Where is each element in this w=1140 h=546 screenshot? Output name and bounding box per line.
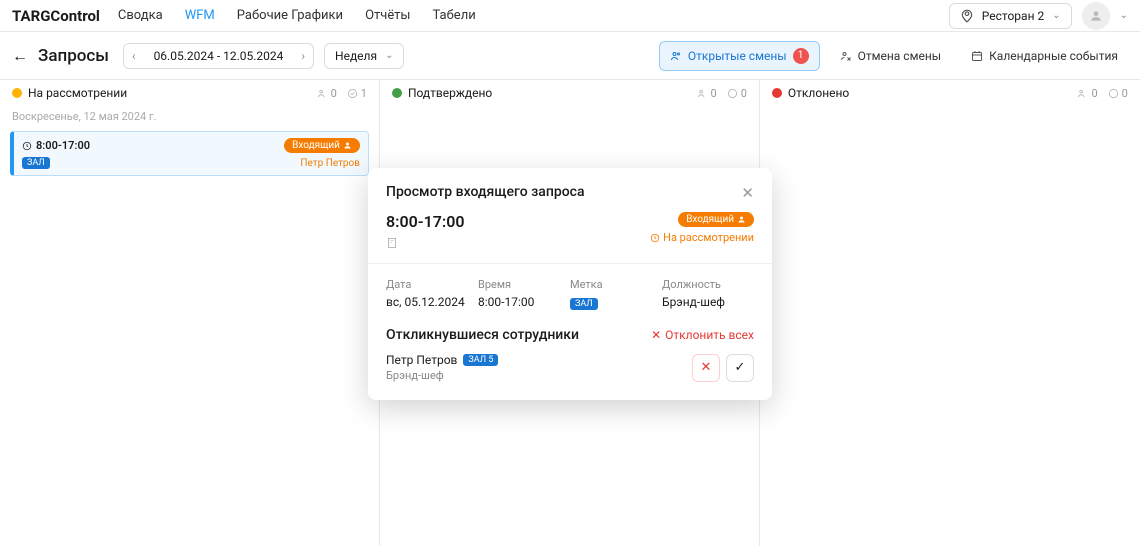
building-icon (386, 237, 465, 249)
column-pending: На рассмотрении 0 1 Воскресенье, 12 мая … (0, 80, 380, 546)
detail-date-label: Дата (386, 278, 478, 291)
decline-all-button[interactable]: ✕ Отклонить всех (651, 328, 754, 342)
nav-wfm[interactable]: WFM (183, 4, 217, 27)
location-icon (960, 9, 974, 23)
modal-close-button[interactable]: ✕ (741, 184, 754, 202)
column-approved-label: Подтверждено (408, 86, 492, 100)
user-menu-chevron[interactable]: ⌄ (1120, 10, 1128, 21)
modal-incoming-badge: Входящий (678, 212, 754, 227)
period-label: Неделя (335, 49, 377, 63)
approve-respondent-button[interactable]: ✓ (726, 354, 754, 382)
respondent-role: Брэнд-шеф (386, 369, 498, 382)
chevron-down-icon: ⌄ (1052, 10, 1060, 21)
date-range-picker[interactable]: ‹ 06.05.2024 - 12.05.2024 › (123, 43, 314, 69)
open-shifts-count: 1 (793, 48, 809, 64)
detail-role-value: Брэнд-шеф (662, 295, 754, 309)
period-select[interactable]: Неделя ⌄ (324, 43, 404, 69)
cancel-shift-label: Отмена смены (858, 49, 942, 63)
pending-people-count: 0 (317, 87, 337, 100)
chevron-down-icon: ⌄ (385, 50, 393, 61)
open-shifts-button[interactable]: Открытые смены 1 (659, 41, 820, 71)
respondent-row: Петр Петров ЗАЛ 5 Брэнд-шеф ✕ ✓ (386, 353, 754, 382)
calendar-events-label: Календарные события (989, 49, 1118, 63)
status-dot-rejected (772, 88, 782, 98)
card-tag: ЗАЛ (22, 157, 50, 169)
request-card[interactable]: 8:00-17:00 Входящий ЗАЛ Петр Петров (10, 131, 369, 176)
pending-merge-count: 1 (347, 87, 367, 100)
close-icon: ✕ (651, 328, 661, 342)
modal-title: Просмотр входящего запроса (386, 184, 585, 200)
location-label: Ресторан 2 (982, 9, 1044, 23)
page-title: Запросы (38, 46, 109, 66)
modal-status: На рассмотрении (650, 231, 754, 244)
user-avatar[interactable] (1082, 2, 1110, 30)
column-rejected: Отклонено 0 0 (760, 80, 1140, 546)
prev-range-button[interactable]: ‹ (124, 44, 144, 68)
rejected-merge-count: 0 (1108, 87, 1128, 100)
status-dot-approved (392, 88, 402, 98)
modal-time: 8:00-17:00 (386, 212, 465, 231)
nav-schedules[interactable]: Рабочие Графики (235, 4, 345, 27)
column-date-header: Воскресенье, 12 мая 2024 г. (0, 106, 379, 127)
detail-date-value: вс, 05.12.2024 (386, 295, 478, 309)
people-icon (670, 50, 682, 62)
cancel-icon (840, 50, 852, 62)
calendar-icon (971, 50, 983, 62)
back-arrow[interactable]: ← (12, 46, 28, 66)
approved-people-count: 0 (697, 87, 717, 100)
respondent-name: Петр Петров (386, 353, 457, 367)
detail-time-label: Время (478, 278, 570, 291)
nav-summary[interactable]: Сводка (116, 4, 165, 27)
detail-role-label: Должность (662, 278, 754, 291)
brand-logo: TARGControl (12, 7, 100, 25)
calendar-events-button[interactable]: Календарные события (961, 43, 1128, 69)
next-range-button[interactable]: › (293, 44, 313, 68)
cancel-shift-button[interactable]: Отмена смены (830, 43, 952, 69)
date-range-label: 06.05.2024 - 12.05.2024 (144, 44, 294, 68)
card-employee-name: Петр Петров (300, 158, 360, 169)
nav-timesheets[interactable]: Табели (431, 4, 478, 27)
request-modal: Просмотр входящего запроса ✕ 8:00-17:00 … (368, 168, 772, 400)
card-time: 8:00-17:00 (22, 139, 90, 152)
respondent-tag: ЗАЛ 5 (463, 354, 498, 366)
rejected-people-count: 0 (1077, 87, 1097, 100)
open-shifts-label: Открытые смены (688, 49, 787, 63)
column-rejected-label: Отклонено (788, 86, 849, 100)
reject-respondent-button[interactable]: ✕ (692, 354, 720, 382)
detail-time-value: 8:00-17:00 (478, 295, 570, 309)
detail-tag-label: Метка (570, 278, 662, 291)
respondents-title: Откликнувшиеся сотрудники (386, 327, 579, 343)
column-pending-label: На рассмотрении (28, 86, 127, 100)
incoming-badge: Входящий (284, 138, 360, 153)
nav-reports[interactable]: Отчёты (363, 4, 412, 27)
location-select[interactable]: Ресторан 2 ⌄ (949, 3, 1072, 29)
status-dot-pending (12, 88, 22, 98)
approved-merge-count: 0 (727, 87, 747, 100)
detail-tag-value: ЗАЛ (570, 298, 598, 310)
